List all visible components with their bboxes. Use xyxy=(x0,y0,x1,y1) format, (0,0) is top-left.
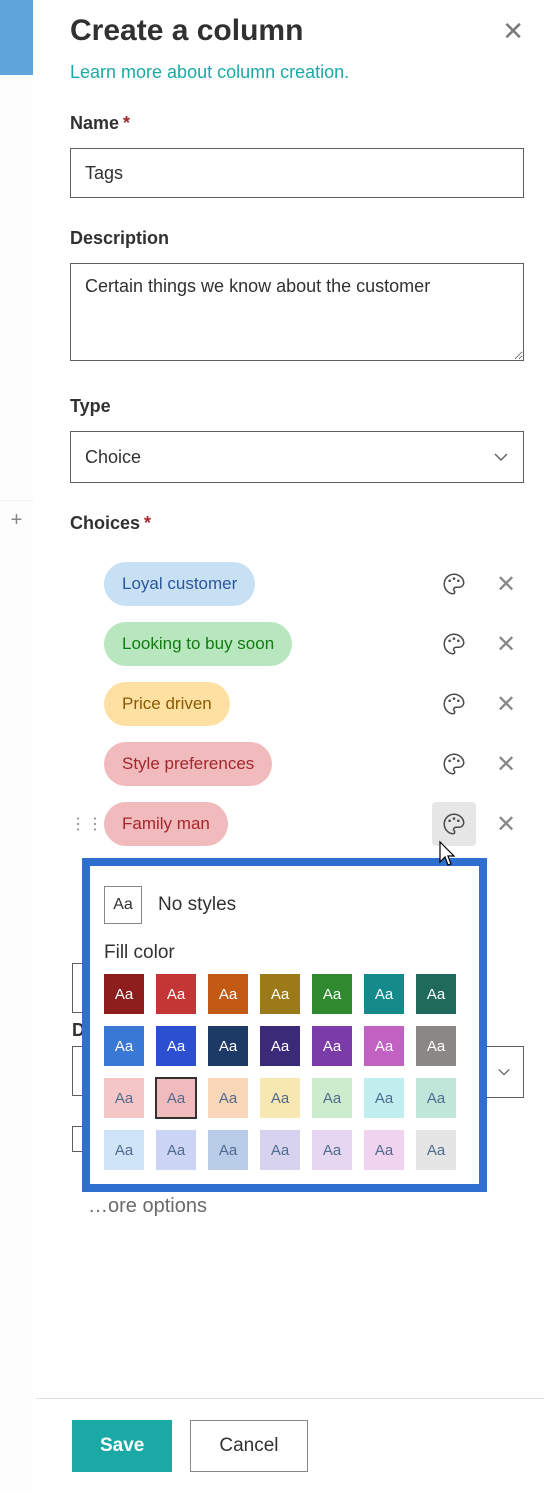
choice-row: ⋮⋮ Family man ✕ xyxy=(60,794,524,854)
description-input[interactable] xyxy=(70,263,524,361)
more-options-fragment: …ore options xyxy=(88,1195,207,1218)
create-column-panel: Create a column ✕ Learn more about colum… xyxy=(70,14,524,854)
choice-color-button[interactable] xyxy=(432,802,476,846)
choices-label-text: Choices xyxy=(70,513,140,533)
choice-pill[interactable]: Family man xyxy=(104,802,228,846)
required-asterisk: * xyxy=(123,113,130,133)
fill-color-label: Fill color xyxy=(102,936,467,974)
choice-row: ⋮⋮Price driven✕ xyxy=(60,674,524,734)
chevron-down-icon xyxy=(493,449,509,465)
color-swatch[interactable]: Aa xyxy=(104,974,144,1014)
color-swatch[interactable]: Aa xyxy=(312,1078,352,1118)
remove-choice-icon[interactable]: ✕ xyxy=(488,570,524,599)
remove-choice-icon[interactable]: ✕ xyxy=(488,810,524,839)
color-swatch[interactable]: Aa xyxy=(208,974,248,1014)
color-swatch[interactable]: Aa xyxy=(104,1026,144,1066)
learn-more-link[interactable]: Learn more about column creation. xyxy=(70,62,349,83)
color-swatch[interactable]: Aa xyxy=(416,1026,456,1066)
save-button[interactable]: Save xyxy=(72,1420,172,1472)
choice-pill[interactable]: Price driven xyxy=(104,682,230,726)
accent-strip xyxy=(0,0,33,75)
choice-pill[interactable]: Looking to buy soon xyxy=(104,622,292,666)
choice-pill[interactable]: Loyal customer xyxy=(104,562,255,606)
color-picker-popover: Aa No styles Fill color AaAaAaAaAaAaAaAa… xyxy=(82,858,487,1192)
color-swatch[interactable]: Aa xyxy=(208,1130,248,1170)
add-row-icon[interactable]: + xyxy=(0,500,33,540)
color-swatch[interactable]: Aa xyxy=(364,1130,404,1170)
name-label-text: Name xyxy=(70,113,119,133)
color-swatch[interactable]: Aa xyxy=(208,1026,248,1066)
color-swatch[interactable]: Aa xyxy=(312,1130,352,1170)
color-swatch[interactable]: Aa xyxy=(208,1078,248,1118)
type-select[interactable]: Choice xyxy=(70,431,524,483)
color-swatch[interactable]: Aa xyxy=(416,1130,456,1170)
choice-color-button[interactable] xyxy=(432,562,476,606)
remove-choice-icon[interactable]: ✕ xyxy=(488,750,524,779)
type-label: Type xyxy=(70,396,524,417)
drag-handle-icon[interactable]: ⋮⋮ xyxy=(70,814,92,834)
color-swatch[interactable]: Aa xyxy=(260,1078,300,1118)
choice-color-button[interactable] xyxy=(432,682,476,726)
panel-title: Create a column xyxy=(70,14,303,48)
no-style-swatch: Aa xyxy=(104,886,142,924)
color-swatch[interactable]: Aa xyxy=(260,974,300,1014)
choices-label: Choices* xyxy=(70,513,524,534)
color-swatch[interactable]: Aa xyxy=(156,1130,196,1170)
choices-list: ⋮⋮Loyal customer✕⋮⋮Looking to buy soon✕⋮… xyxy=(70,554,524,854)
close-icon[interactable]: ✕ xyxy=(502,18,524,44)
remove-choice-icon[interactable]: ✕ xyxy=(488,630,524,659)
cancel-button[interactable]: Cancel xyxy=(190,1420,307,1472)
background-left-strip xyxy=(0,0,33,1492)
choice-pill[interactable]: Style preferences xyxy=(104,742,272,786)
choice-row: ⋮⋮Looking to buy soon✕ xyxy=(60,614,524,674)
color-swatch[interactable]: Aa xyxy=(260,1130,300,1170)
color-swatch[interactable]: Aa xyxy=(312,974,352,1014)
color-swatch[interactable]: Aa xyxy=(364,1026,404,1066)
type-select-value: Choice xyxy=(85,447,141,468)
no-styles-option[interactable]: Aa No styles xyxy=(102,882,467,936)
choice-row: ⋮⋮Loyal customer✕ xyxy=(60,554,524,614)
color-swatch[interactable]: Aa xyxy=(156,1026,196,1066)
color-swatch[interactable]: Aa xyxy=(156,974,196,1014)
color-swatch[interactable]: Aa xyxy=(104,1078,144,1118)
panel-footer: Save Cancel xyxy=(36,1398,544,1492)
swatch-grid: Aa Aa Aa Aa Aa Aa Aa Aa Aa Aa Aa Aa Aa Aa Aa Aa Aa Aa Aa Aa… xyxy=(102,974,467,1170)
color-swatch[interactable]: Aa xyxy=(416,974,456,1014)
no-styles-label: No styles xyxy=(158,894,236,916)
choice-color-button[interactable] xyxy=(432,622,476,666)
remove-choice-icon[interactable]: ✕ xyxy=(488,690,524,719)
peeking-select-right[interactable] xyxy=(484,1046,524,1098)
name-label: Name* xyxy=(70,113,524,134)
required-asterisk: * xyxy=(144,513,151,533)
choice-row: ⋮⋮Style preferences✕ xyxy=(60,734,524,794)
color-swatch[interactable]: Aa xyxy=(104,1130,144,1170)
color-swatch[interactable]: Aa xyxy=(156,1078,196,1118)
color-swatch[interactable]: Aa xyxy=(364,974,404,1014)
color-swatch[interactable]: Aa xyxy=(416,1078,456,1118)
choice-color-button[interactable] xyxy=(432,742,476,786)
color-swatch[interactable]: Aa xyxy=(260,1026,300,1066)
color-swatch[interactable]: Aa xyxy=(312,1026,352,1066)
color-swatch[interactable]: Aa xyxy=(364,1078,404,1118)
name-input[interactable] xyxy=(70,148,524,198)
description-label: Description xyxy=(70,228,524,249)
